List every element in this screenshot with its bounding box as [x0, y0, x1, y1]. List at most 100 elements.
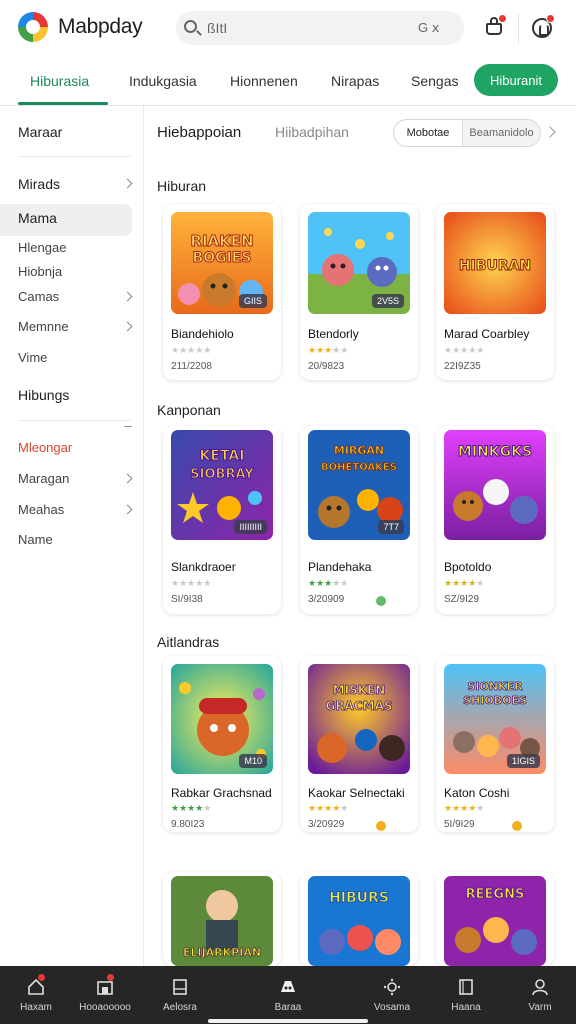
game-card[interactable]: ELIJARKPIAN [163, 872, 281, 966]
game-meta: 20/9823 [308, 361, 345, 372]
game-card[interactable]: KETAI SIOBRAY IIIIIIIII Slankdraoer ★★★★… [163, 426, 281, 614]
sidebar-item-camas[interactable]: Camas [18, 289, 59, 304]
game-title: Biandehiolo [171, 327, 234, 341]
segment-option[interactable]: Mobotae [394, 120, 462, 146]
search-shortcut: G ⅹ [418, 20, 440, 35]
tab-sengas[interactable]: Sengas [411, 73, 458, 89]
game-title: Plandehaka [308, 560, 372, 574]
game-meta: 5I/9I29 [444, 819, 475, 830]
tab-hiburasia[interactable]: Hiburasia [30, 73, 89, 89]
game-thumbnail: MISKEN GRACMAS [308, 664, 410, 774]
nav-item-haana[interactable]: Haana [430, 966, 502, 1024]
thumbnail-tag: GIIS [238, 294, 267, 308]
svg-text:HIBURAN: HIBURAN [459, 258, 531, 274]
sidebar-item-mleongar[interactable]: Mleongar [18, 440, 72, 455]
sidebar-item-hibungs[interactable]: Hibungs [18, 387, 69, 403]
chevron-right-icon [122, 473, 133, 484]
tab-indukgasia[interactable]: Indukgasia [129, 73, 197, 89]
sidebar-item-hlengae[interactable]: Hlengae [18, 240, 66, 255]
rating-stars: ★★★★★ [171, 345, 212, 355]
app-title: Mabpday [58, 15, 143, 38]
rating-stars: ★★★★★ [308, 345, 349, 355]
chevron-right-icon [122, 291, 133, 302]
chevron-right-icon[interactable] [544, 126, 556, 138]
home-indicator [208, 1019, 368, 1023]
page-subtitle-link[interactable]: Hiibadpihan [275, 124, 349, 140]
game-title: Slankdraoer [171, 560, 236, 574]
tab-nirapas[interactable]: Nirapas [331, 73, 379, 89]
game-title: Katon Coshi [444, 786, 510, 800]
sidebar-item-meahas[interactable]: Meahas [18, 502, 64, 517]
game-title: Kaokar Selnectaki [308, 786, 405, 800]
sidebar-item-mama[interactable]: Mama [18, 210, 57, 226]
game-card[interactable]: SIONKER SHIOBOES 1IGIS Katon Coshi ★★★★★… [436, 656, 554, 832]
game-title: Btendorly [308, 327, 359, 341]
svg-text:GRACMAS: GRACMAS [325, 699, 392, 713]
game-card[interactable]: HIBURS [300, 872, 418, 966]
svg-text:MISKEN: MISKEN [333, 683, 386, 697]
tab-hionnenen[interactable]: Hionnenen [230, 73, 298, 89]
notification-badge [498, 14, 507, 23]
rating-stars: ★★★★★ [171, 803, 212, 813]
nav-label: Haana [451, 1002, 481, 1013]
game-card[interactable]: 2V5S Btendorly ★★★★★ 20/9823 [300, 204, 418, 380]
game-card[interactable]: MIRGAN BOHETOAKES 7T7 Plandehaka ★★★★★ 3… [300, 426, 418, 614]
game-meta: 3/20929 [308, 819, 345, 830]
nav-item-vosama[interactable]: Vosama [356, 966, 428, 1024]
svg-text:KETAI: KETAI [200, 448, 245, 464]
notification-badge [38, 974, 45, 981]
svg-text:REEGNS: REEGNS [466, 887, 525, 902]
game-card[interactable]: HIBURAN Marad Coarbley ★★★★★ 22I9Z35 [436, 204, 554, 380]
nav-label: Vosama [373, 1002, 411, 1013]
nav-item-aelosra[interactable]: Aelosra [144, 966, 216, 1024]
app-logo-icon[interactable] [18, 12, 48, 42]
svg-text:SIONKER: SIONKER [467, 680, 523, 693]
game-thumbnail: MINKGKS [444, 430, 546, 540]
game-card[interactable]: RIAKEN BOGIES GIIS Biandehiolo ★★★★★ 211… [163, 204, 281, 380]
sidebar-item-vime[interactable]: Vime [18, 350, 47, 365]
rating-stars: ★★★★★ [444, 345, 485, 355]
thumbnail-tag: M10 [239, 754, 267, 768]
search-input[interactable]: ßItI [207, 20, 227, 36]
svg-text:BOHETOAKES: BOHETOAKES [321, 462, 397, 473]
search-icon [184, 20, 197, 33]
thumbnail-tag: 2V5S [371, 294, 404, 308]
top-bar: Mabpday ßItI G ⅹ [0, 0, 576, 56]
nav-item-baraa[interactable]: Baraa [252, 966, 324, 1024]
chevron-right-icon [122, 321, 133, 332]
nav-label: Varm [528, 1002, 552, 1013]
sidebar-item-memnne[interactable]: Memnne [18, 319, 69, 334]
game-card[interactable]: MINKGKS Bpotoldo ★★★★★ SZ/9I29 [436, 426, 554, 614]
nav-item-haxam[interactable]: Haxam [0, 966, 72, 1024]
profile-badge [546, 14, 555, 23]
rating-stars: ★★★★★ [171, 578, 212, 588]
svg-text:ELIJARKPIAN: ELIJARKPIAN [183, 946, 261, 959]
segment-option[interactable]: Beamanidolo [462, 120, 540, 146]
user-icon [532, 979, 548, 996]
sidebar-item-hiobnja[interactable]: Hiobnja [18, 264, 62, 279]
nav-item-hooaooooo[interactable]: Hooaooooo [69, 966, 141, 1024]
divider [18, 156, 131, 157]
sidebar-item-name[interactable]: Name [18, 532, 53, 547]
game-meta: 3/20909 [308, 594, 345, 605]
nav-label: Haxam [20, 1002, 52, 1013]
game-card[interactable]: REEGNS [436, 872, 554, 966]
tablet-icon [173, 979, 187, 995]
divider [124, 426, 132, 427]
svg-text:MINKGKS: MINKGKS [458, 444, 532, 460]
game-thumbnail: RIAKEN BOGIES GIIS [171, 212, 273, 314]
sidebar-item-maragan[interactable]: Maragan [18, 471, 69, 486]
coin-icon [376, 821, 386, 831]
nav-item-varm[interactable]: Varm [504, 966, 576, 1024]
cta-button[interactable]: Hiburanit [474, 64, 558, 96]
sidebar-item-maraar[interactable]: Maraar [18, 124, 62, 140]
game-thumbnail: ELIJARKPIAN [171, 876, 273, 966]
game-card[interactable]: M10 Rabkar Grachsnad ★★★★★ 9.80I23 [163, 656, 281, 832]
thumbnail-tag: 7T7 [378, 520, 404, 534]
game-title: Bpotoldo [444, 560, 492, 574]
game-thumbnail: M10 [171, 664, 273, 774]
section-title: Kanponan [157, 402, 221, 418]
chevron-right-icon [122, 178, 133, 189]
game-card[interactable]: MISKEN GRACMAS Kaokar Selnectaki ★★★★★ 3… [300, 656, 418, 832]
sidebar-item-mirads[interactable]: Mirads [18, 176, 60, 192]
